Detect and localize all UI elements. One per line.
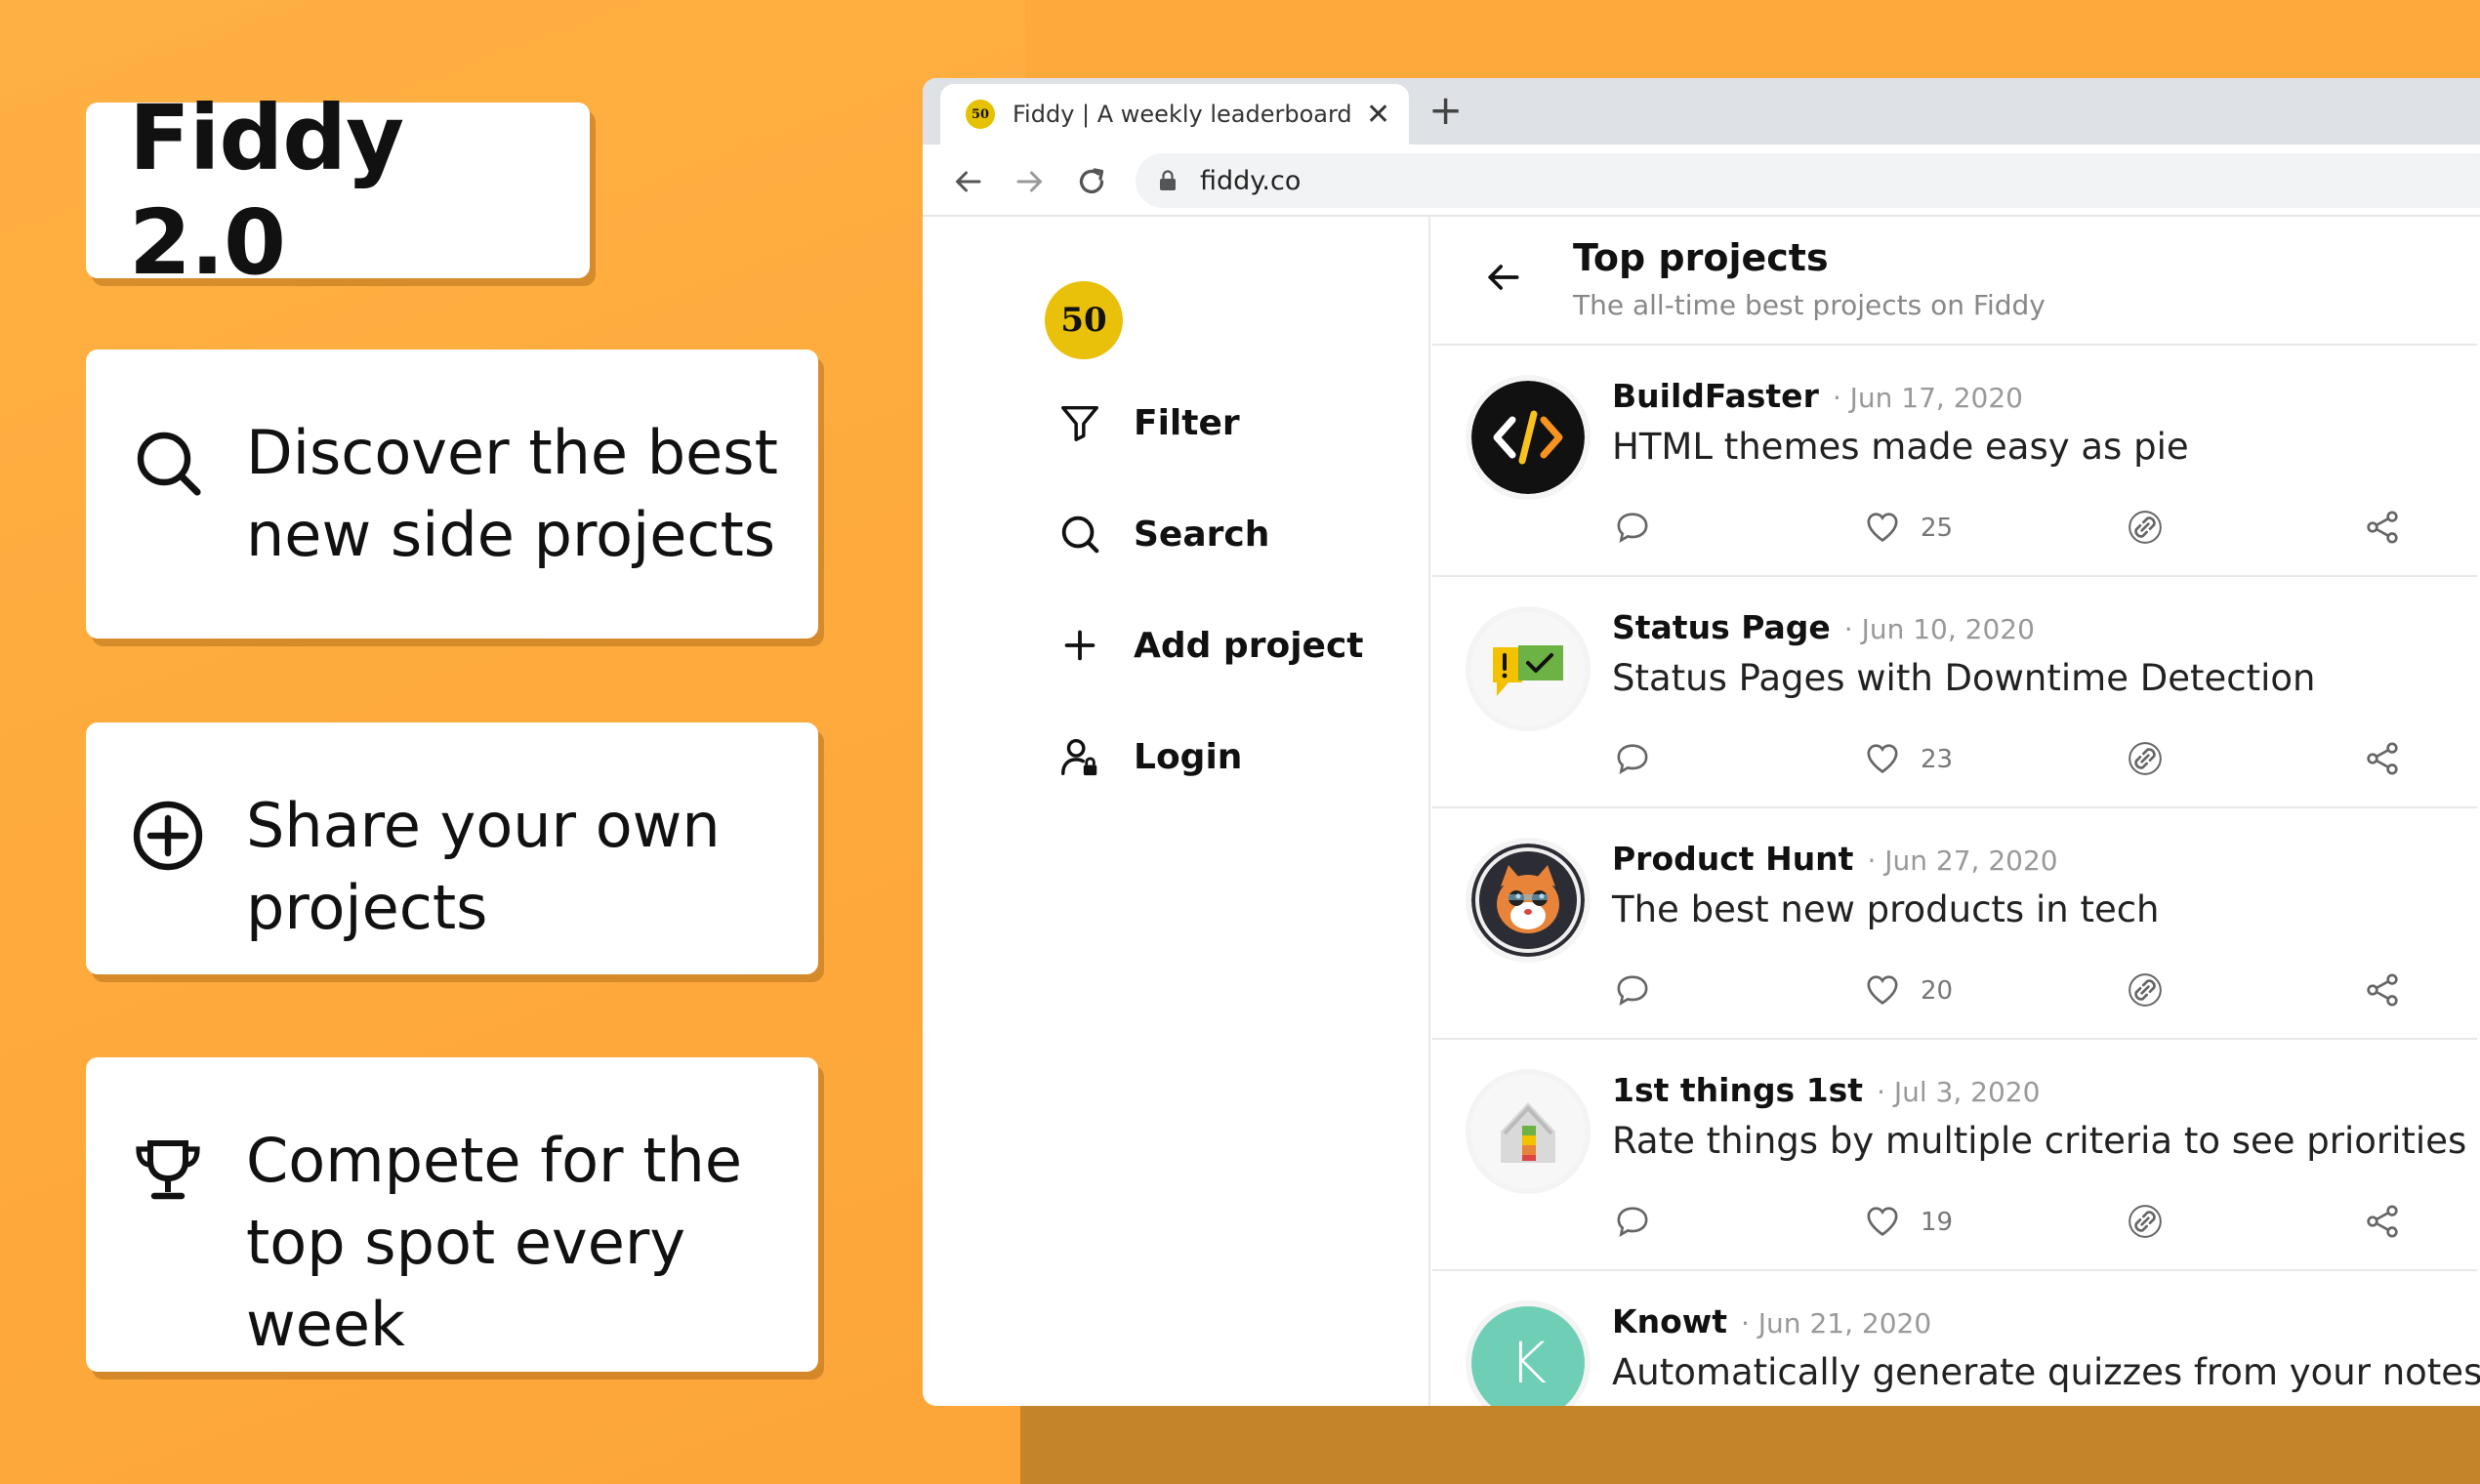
page-title: Top projects	[1573, 236, 1829, 279]
project-description: Automatically generate quizzes from your…	[1612, 1351, 2480, 1393]
comment-icon[interactable]	[1613, 970, 1652, 1010]
project-name[interactable]: Status Page	[1612, 608, 1831, 646]
heart-icon[interactable]	[1863, 739, 1902, 778]
filter-icon	[1061, 405, 1098, 441]
like-count: 20	[1921, 976, 1954, 1006]
tab-title: Fiddy | A weekly leaderboard of t	[1013, 101, 1354, 128]
title-card: Fiddy 2.0	[86, 86, 590, 295]
project-description: HTML themes made easy as pie	[1612, 426, 2189, 468]
plus-icon	[1064, 630, 1095, 661]
sidebar-item-label: Login	[1134, 736, 1243, 777]
url-text: fiddy.co	[1200, 165, 1302, 196]
address-bar: fiddy.co	[923, 144, 2480, 217]
project-description: Rate things by multiple criteria to see …	[1612, 1120, 2467, 1162]
share-icon[interactable]	[2363, 970, 2402, 1010]
like-count: 25	[1921, 514, 1954, 543]
trophy-icon	[136, 1140, 200, 1200]
sidebar-item-login[interactable]: Login	[1057, 734, 1242, 779]
sidebar-item-filter[interactable]: Filter	[1057, 400, 1240, 445]
heart-icon[interactable]	[1863, 970, 1902, 1010]
comment-icon[interactable]	[1613, 508, 1652, 547]
browser-window: 50 Fiddy | A weekly leaderboard of t ✕ +…	[923, 78, 2480, 1406]
project-actions: 25	[1613, 508, 2443, 547]
url-field[interactable]: fiddy.co	[1136, 153, 2480, 208]
sidebar-item-add-project[interactable]: Add project	[1057, 623, 1364, 668]
sidebar-item-search[interactable]: Search	[1057, 512, 1269, 556]
share-icon[interactable]	[2363, 1202, 2402, 1241]
feature-text-discover: Discover the best new side projects	[246, 417, 778, 570]
user-lock-icon	[1061, 738, 1097, 776]
project-date: · Jun 17, 2020	[1832, 382, 2023, 414]
share-icon[interactable]	[2363, 508, 2402, 547]
feature-text-compete: Compete for the top spot every week	[246, 1125, 742, 1360]
sidebar: 50 Filter Search Add project Login	[923, 217, 1430, 1406]
project-avatar-status-page	[1471, 612, 1585, 725]
search-icon	[137, 432, 201, 496]
project-description: Status Pages with Downtime Detection	[1612, 657, 2316, 699]
project-name[interactable]: Product Hunt	[1612, 840, 1853, 878]
project-avatar-product-hunt	[1471, 844, 1585, 957]
plus-circle-icon	[133, 801, 203, 871]
feature-card-compete: Compete for the top spot every week	[86, 1057, 818, 1372]
feature-text-share: Share your own projects	[246, 790, 721, 943]
share-icon[interactable]	[2363, 739, 2402, 778]
fiddy-logo[interactable]: 50	[1045, 281, 1123, 359]
feature-card-discover: Discover the best new side projects	[86, 350, 818, 639]
project-name[interactable]: BuildFaster	[1612, 377, 1819, 415]
favicon: 50	[966, 100, 995, 129]
fiddy-page: 50 Filter Search Add project Login Top p…	[923, 217, 2480, 1406]
link-icon[interactable]	[2126, 739, 2165, 778]
knowt-avatar-letter: K	[1509, 1330, 1548, 1396]
new-tab-plus-icon[interactable]: +	[1428, 86, 1463, 134]
project-date: · Jul 3, 2020	[1877, 1076, 2041, 1108]
project-date: · Jun 10, 2020	[1843, 613, 2035, 645]
link-icon[interactable]	[2126, 1202, 2165, 1241]
link-icon[interactable]	[2126, 970, 2165, 1010]
sidebar-item-label: Search	[1134, 514, 1270, 555]
back-arrow-icon[interactable]	[950, 164, 985, 199]
close-icon[interactable]: ✕	[1366, 98, 1390, 132]
project-name[interactable]: 1st things 1st	[1612, 1071, 1863, 1109]
project-actions: 19	[1613, 1202, 2443, 1241]
project-item-knowt[interactable]: K Knowt · Jun 21, 2020 Automatically gene…	[1432, 1271, 2480, 1406]
comment-icon[interactable]	[1613, 1202, 1652, 1241]
project-item-status-page[interactable]: Status Page · Jun 10, 2020 Status Pages w…	[1432, 577, 2477, 808]
project-actions: 20	[1613, 970, 2443, 1010]
hero-title: Fiddy 2.0	[129, 86, 404, 295]
reload-icon[interactable]	[1074, 164, 1109, 199]
like-count: 19	[1921, 1208, 1954, 1237]
project-date: · Jun 21, 2020	[1741, 1307, 1932, 1340]
main-content: Top projects The all-time best projects …	[1432, 217, 2480, 1406]
project-item-product-hunt[interactable]: Product Hunt · Jun 27, 2020 The best new …	[1432, 808, 2477, 1040]
project-description: The best new products in tech	[1612, 888, 2160, 930]
browser-tab[interactable]: 50 Fiddy | A weekly leaderboard of t ✕	[940, 84, 1409, 144]
background-shadow-strip	[1020, 1406, 2480, 1484]
like-count: 23	[1921, 745, 1954, 774]
sidebar-item-label: Filter	[1134, 402, 1240, 443]
project-avatar-1st-things-1st	[1471, 1075, 1585, 1188]
forward-arrow-icon[interactable]	[1013, 164, 1048, 199]
heart-icon[interactable]	[1863, 508, 1902, 547]
comment-icon[interactable]	[1613, 739, 1652, 778]
link-icon[interactable]	[2126, 508, 2165, 547]
project-actions: 23	[1613, 739, 2443, 778]
project-avatar-knowt: K	[1471, 1306, 1585, 1406]
project-item-1st-things-1st[interactable]: 1st things 1st · Jul 3, 2020 Rate things …	[1432, 1040, 2477, 1271]
project-name[interactable]: Knowt	[1612, 1302, 1727, 1340]
page-subtitle: The all-time best projects on Fiddy	[1573, 289, 2046, 321]
project-avatar-buildfaster	[1471, 381, 1585, 494]
project-item-buildfaster[interactable]: BuildFaster · Jun 17, 2020 HTML themes ma…	[1432, 346, 2477, 577]
page-header: Top projects The all-time best projects …	[1432, 217, 2477, 346]
search-icon	[1061, 515, 1099, 554]
heart-icon[interactable]	[1863, 1202, 1902, 1241]
lock-icon	[1160, 170, 1176, 190]
tab-bar: 50 Fiddy | A weekly leaderboard of t ✕ +	[923, 78, 2480, 144]
sidebar-item-label: Add project	[1134, 625, 1364, 666]
feature-card-share: Share your own projects	[86, 722, 818, 974]
project-date: · Jun 27, 2020	[1867, 845, 2058, 877]
back-arrow-icon[interactable]	[1481, 256, 1524, 299]
